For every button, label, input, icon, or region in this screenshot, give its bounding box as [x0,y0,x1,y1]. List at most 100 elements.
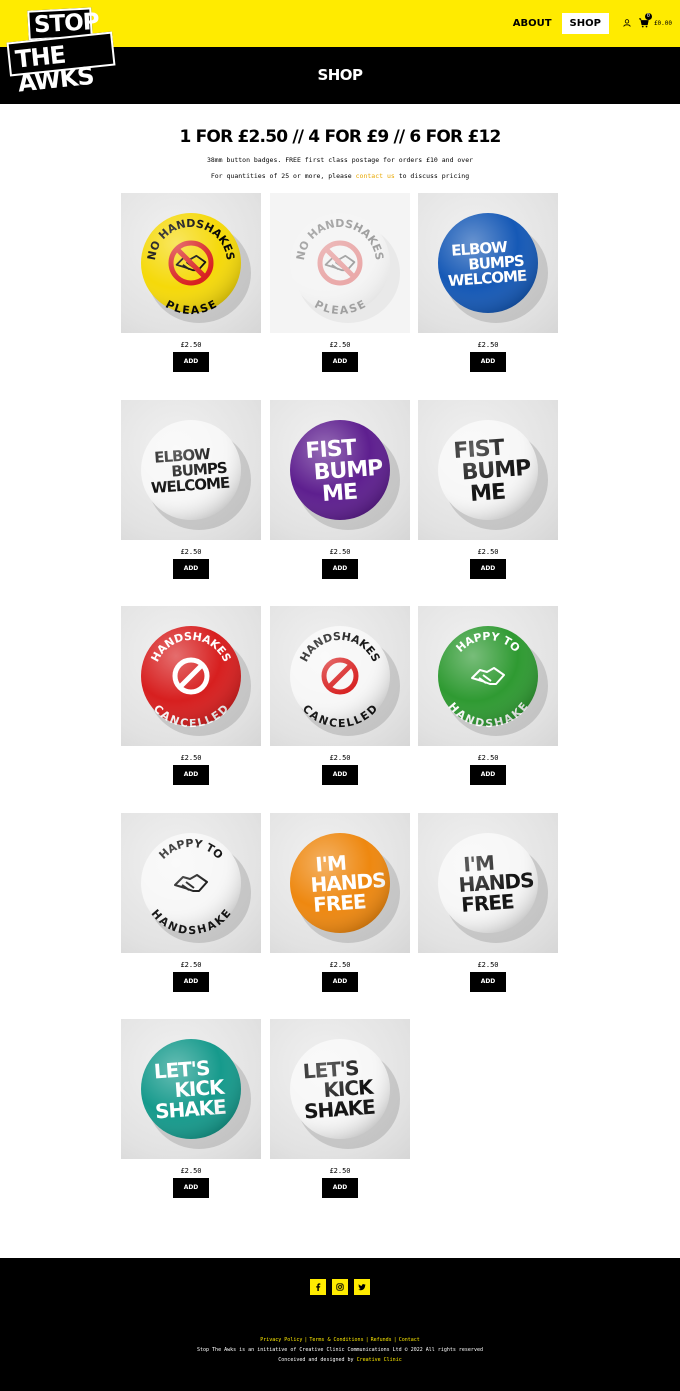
facebook-icon [316,1283,321,1291]
badge-graphic: FISTBUMPME [290,419,400,530]
product-image[interactable]: HANDSHAKESCANCELLED [121,606,261,746]
product-image[interactable]: FISTBUMPME [270,399,410,540]
product-price: £2.50 [180,960,202,969]
refunds-link[interactable]: Refunds [371,1337,392,1343]
product-card[interactable]: ELBOWBUMPSWELCOME £2.50 ADD [121,399,261,590]
product-price: £2.50 [329,1167,351,1175]
nav-about[interactable]: ABOUT [505,13,560,34]
product-price: £2.50 [477,547,499,556]
product-image[interactable]: I'MHANDSFREE [270,812,410,953]
badge-graphic: ELBOWBUMPSWELCOME [438,213,548,323]
footer-separator: | [304,1337,308,1343]
badge-graphic: HANDSHAKESCANCELLED [290,626,400,736]
product-price: £2.50 [477,341,499,349]
site-footer: Privacy Policy | Terms & Conditions | Refund… [0,1258,680,1391]
badge-graphic: FISTBUMPME [438,419,548,530]
product-card[interactable]: NO HANDSHAKESPLEASE £2.50 ADD [270,193,410,383]
badge-graphic: NO HANDSHAKESPLEASE [141,213,251,323]
badge-graphic: LET'SKICKSHAKE [290,1039,400,1149]
cart-button[interactable]: 0 £0.00 [638,13,672,28]
product-card[interactable]: ELBOWBUMPSWELCOME £2.50 ADD [418,193,558,383]
add-to-cart-button[interactable]: ADD [322,971,358,992]
badge-graphic: NO HANDSHAKESPLEASE [290,213,400,323]
product-card[interactable]: I'MHANDSFREE £2.50 ADD [418,812,558,1003]
product-card[interactable]: HAPPY TOHANDSHAKE £2.50 ADD [121,812,261,1003]
nav-shop[interactable]: SHOP [561,12,609,34]
social-links [310,1279,370,1295]
product-card[interactable]: I'MHANDSFREE £2.50 ADD [270,812,410,1003]
privacy-policy-link[interactable]: Privacy Policy [260,1337,302,1343]
add-to-cart-button[interactable]: ADD [322,352,358,372]
add-to-cart-button[interactable]: ADD [470,558,506,579]
add-to-cart-button[interactable]: ADD [470,971,506,992]
add-to-cart-button[interactable]: ADD [470,765,506,785]
twitter-button[interactable] [354,1279,370,1295]
product-image[interactable]: ELBOWBUMPSWELCOME [418,193,558,333]
creative-clinic-link[interactable]: Creative Clinic [357,1357,402,1363]
product-price: £2.50 [329,754,351,762]
add-to-cart-button[interactable]: ADD [322,558,358,579]
bulk-note-text: For quantities of 25 or more, please [210,172,356,180]
product-image[interactable]: ELBOWBUMPSWELCOME [121,399,261,540]
product-price: £2.50 [477,960,499,969]
product-card[interactable]: LET'SKICKSHAKE £2.50 ADD [270,1019,410,1209]
product-price: £2.50 [477,754,499,762]
product-card[interactable]: LET'SKICKSHAKE £2.50 ADD [121,1019,261,1209]
add-to-cart-button[interactable]: ADD [173,971,209,992]
badge-graphic: HANDSHAKESCANCELLED [141,626,251,736]
logo-line-2: THE AWKS [6,31,116,98]
product-card[interactable]: FISTBUMPME £2.50 ADD [270,399,410,590]
contact-us-link[interactable]: contact us [356,172,395,180]
product-price: £2.50 [180,547,202,556]
user-icon[interactable] [623,19,631,27]
product-price: £2.50 [180,341,202,349]
facebook-button[interactable] [310,1279,326,1295]
product-card[interactable]: HAPPY TOHANDSHAKE £2.50 ADD [418,606,558,796]
product-card[interactable]: HANDSHAKESCANCELLED £2.50 ADD [270,606,410,796]
credits-text: Conceived and designed by Creative Clini… [0,1357,680,1363]
badge-graphic: LET'SKICKSHAKE [141,1039,251,1149]
pricing-headline: 1 FOR £2.50 // 4 FOR £9 // 6 FOR £12 [179,127,501,147]
badge-graphic: ELBOWBUMPSWELCOME [141,419,251,530]
add-to-cart-button[interactable]: ADD [322,1178,358,1198]
bulk-note-text-end: to discuss pricing [394,172,470,180]
product-price: £2.50 [329,960,351,969]
add-to-cart-button[interactable]: ADD [322,765,358,785]
product-image[interactable]: I'MHANDSFREE [418,812,558,953]
add-to-cart-button[interactable]: ADD [173,1178,209,1198]
twitter-icon [358,1284,366,1291]
site-logo[interactable]: STOP THE AWKS [6,7,116,98]
product-image[interactable]: NO HANDSHAKESPLEASE [121,193,261,333]
add-to-cart-button[interactable]: ADD [470,352,506,372]
badge-graphic: HAPPY TOHANDSHAKE [438,626,548,736]
badge-graphic: I'MHANDSFREE [290,832,400,943]
postage-note: 38mm button badges. FREE first class pos… [206,156,474,164]
product-card[interactable]: FISTBUMPME £2.50 ADD [418,399,558,590]
add-to-cart-button[interactable]: ADD [173,558,209,579]
add-to-cart-button[interactable]: ADD [173,352,209,372]
product-card[interactable]: HANDSHAKESCANCELLED £2.50 ADD [121,606,261,796]
footer-separator: | [365,1337,369,1343]
product-image[interactable]: FISTBUMPME [418,399,558,540]
badge-graphic: I'MHANDSFREE [438,832,548,943]
product-price: £2.50 [180,1167,202,1175]
product-price: £2.50 [180,754,202,762]
instagram-icon [336,1283,344,1291]
contact-link[interactable]: Contact [399,1337,420,1343]
product-price: £2.50 [329,547,351,556]
terms-link[interactable]: Terms & Conditions [309,1337,363,1343]
cart-count-badge: 0 [644,13,652,20]
copyright-text: Stop The Awks is an initiative of Creati… [197,1347,483,1353]
credits-label: Conceived and designed by [278,1357,357,1363]
badge-graphic: HAPPY TOHANDSHAKE [141,832,251,943]
product-card[interactable]: NO HANDSHAKESPLEASE £2.50 ADD [121,193,261,383]
add-to-cart-button[interactable]: ADD [173,765,209,785]
footer-links: Privacy Policy | Terms & Conditions | Refund… [0,1337,680,1343]
product-image[interactable]: LET'SKICKSHAKE [121,1019,261,1159]
product-image[interactable]: HAPPY TOHANDSHAKE [418,606,558,746]
product-image[interactable]: NO HANDSHAKESPLEASE [270,193,410,333]
product-image[interactable]: HANDSHAKESCANCELLED [270,606,410,746]
product-image[interactable]: HAPPY TOHANDSHAKE [121,812,261,953]
product-image[interactable]: LET'SKICKSHAKE [270,1019,410,1159]
instagram-button[interactable] [332,1279,348,1295]
